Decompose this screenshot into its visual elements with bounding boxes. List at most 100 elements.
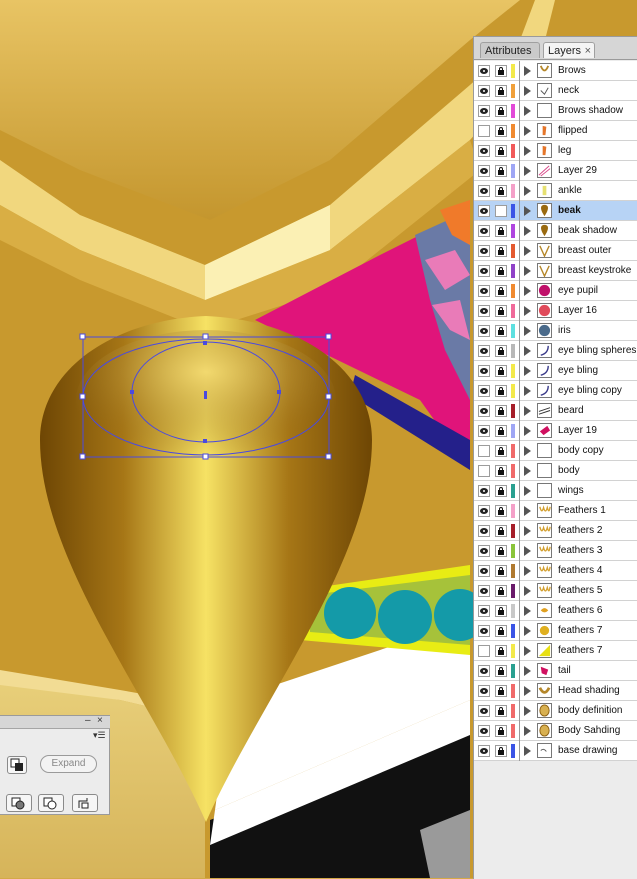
expand-triangle-icon[interactable]	[524, 186, 531, 196]
layer-row[interactable]: eye bling	[474, 361, 637, 381]
lock-toggle[interactable]	[495, 145, 507, 157]
layer-row[interactable]: wings	[474, 481, 637, 501]
lock-toggle[interactable]	[495, 745, 507, 757]
expand-triangle-icon[interactable]	[524, 506, 531, 516]
visibility-toggle[interactable]	[478, 545, 490, 557]
lock-toggle[interactable]	[495, 425, 507, 437]
expand-triangle-icon[interactable]	[524, 626, 531, 636]
layer-row[interactable]: Head shading	[474, 681, 637, 701]
visibility-toggle[interactable]	[478, 85, 490, 97]
layer-row[interactable]: Feathers 1	[474, 501, 637, 521]
layer-row[interactable]: Brows	[474, 61, 637, 81]
tab-layers[interactable]: Layers ×	[543, 42, 595, 58]
visibility-toggle[interactable]	[478, 585, 490, 597]
expand-triangle-icon[interactable]	[524, 566, 531, 576]
panel-title-bar[interactable]: – ×	[0, 715, 110, 729]
layer-row[interactable]: ankle	[474, 181, 637, 201]
expand-triangle-icon[interactable]	[524, 266, 531, 276]
visibility-toggle[interactable]	[478, 185, 490, 197]
expand-triangle-icon[interactable]	[524, 666, 531, 676]
expand-triangle-icon[interactable]	[524, 246, 531, 256]
expand-triangle-icon[interactable]	[524, 726, 531, 736]
lock-toggle[interactable]	[495, 285, 507, 297]
lock-toggle[interactable]	[495, 645, 507, 657]
visibility-toggle[interactable]	[478, 505, 490, 517]
minimize-icon[interactable]: –	[85, 715, 91, 726]
lock-toggle[interactable]	[495, 625, 507, 637]
visibility-toggle[interactable]	[478, 685, 490, 697]
visibility-toggle[interactable]	[478, 325, 490, 337]
expand-triangle-icon[interactable]	[524, 326, 531, 336]
layer-row[interactable]: neck	[474, 81, 637, 101]
lock-toggle[interactable]	[495, 705, 507, 717]
visibility-toggle[interactable]	[478, 285, 490, 297]
visibility-toggle[interactable]	[478, 425, 490, 437]
layer-row[interactable]: feathers 7	[474, 621, 637, 641]
expand-triangle-icon[interactable]	[524, 366, 531, 376]
expand-triangle-icon[interactable]	[524, 226, 531, 236]
visibility-toggle[interactable]	[478, 565, 490, 577]
lock-toggle[interactable]	[495, 325, 507, 337]
layer-row[interactable]: breast outer	[474, 241, 637, 261]
layer-row[interactable]: feathers 3	[474, 541, 637, 561]
lock-toggle[interactable]	[495, 85, 507, 97]
visibility-toggle[interactable]	[478, 605, 490, 617]
visibility-toggle[interactable]	[478, 485, 490, 497]
layer-row[interactable]: eye pupil	[474, 281, 637, 301]
lock-toggle[interactable]	[495, 605, 507, 617]
lock-toggle[interactable]	[495, 185, 507, 197]
panel-menu-icon[interactable]: ▾☰	[93, 730, 106, 741]
layer-row[interactable]: eye bling spheres	[474, 341, 637, 361]
lock-toggle[interactable]	[495, 125, 507, 137]
close-icon[interactable]: ×	[97, 715, 103, 726]
expand-triangle-icon[interactable]	[524, 146, 531, 156]
lock-toggle[interactable]	[495, 545, 507, 557]
lock-toggle[interactable]	[495, 385, 507, 397]
visibility-toggle[interactable]	[478, 145, 490, 157]
expand-triangle-icon[interactable]	[524, 546, 531, 556]
expand-triangle-icon[interactable]	[524, 486, 531, 496]
lock-toggle[interactable]	[495, 685, 507, 697]
expand-triangle-icon[interactable]	[524, 586, 531, 596]
layer-row[interactable]: body	[474, 461, 637, 481]
lock-toggle[interactable]	[495, 585, 507, 597]
layer-row[interactable]: breast keystroke	[474, 261, 637, 281]
visibility-toggle[interactable]	[478, 705, 490, 717]
visibility-toggle[interactable]	[478, 445, 490, 457]
expand-triangle-icon[interactable]	[524, 306, 531, 316]
layer-row[interactable]: eye bling copy	[474, 381, 637, 401]
visibility-toggle[interactable]	[478, 365, 490, 377]
expand-triangle-icon[interactable]	[524, 746, 531, 756]
outline-button[interactable]	[72, 794, 98, 812]
visibility-toggle[interactable]	[478, 625, 490, 637]
lock-toggle[interactable]	[495, 485, 507, 497]
divide-button[interactable]	[6, 794, 32, 812]
lock-toggle[interactable]	[495, 65, 507, 77]
visibility-toggle[interactable]	[478, 405, 490, 417]
visibility-toggle[interactable]	[478, 745, 490, 757]
layer-row[interactable]: iris	[474, 321, 637, 341]
expand-triangle-icon[interactable]	[524, 526, 531, 536]
lock-toggle[interactable]	[495, 725, 507, 737]
expand-button[interactable]: Expand	[40, 755, 97, 773]
visibility-toggle[interactable]	[478, 225, 490, 237]
layer-row[interactable]: Layer 16	[474, 301, 637, 321]
layer-row[interactable]: leg	[474, 141, 637, 161]
visibility-toggle[interactable]	[478, 205, 490, 217]
layer-row[interactable]: beard	[474, 401, 637, 421]
expand-triangle-icon[interactable]	[524, 206, 531, 216]
lock-toggle[interactable]	[495, 445, 507, 457]
layer-row[interactable]: Brows shadow	[474, 101, 637, 121]
lock-toggle[interactable]	[495, 205, 507, 217]
expand-triangle-icon[interactable]	[524, 166, 531, 176]
expand-triangle-icon[interactable]	[524, 706, 531, 716]
lock-toggle[interactable]	[495, 345, 507, 357]
layer-row[interactable]: feathers 4	[474, 561, 637, 581]
expand-triangle-icon[interactable]	[524, 86, 531, 96]
lock-toggle[interactable]	[495, 225, 507, 237]
lock-toggle[interactable]	[495, 245, 507, 257]
visibility-toggle[interactable]	[478, 245, 490, 257]
expand-triangle-icon[interactable]	[524, 466, 531, 476]
visibility-toggle[interactable]	[478, 345, 490, 357]
layer-row[interactable]: tail	[474, 661, 637, 681]
